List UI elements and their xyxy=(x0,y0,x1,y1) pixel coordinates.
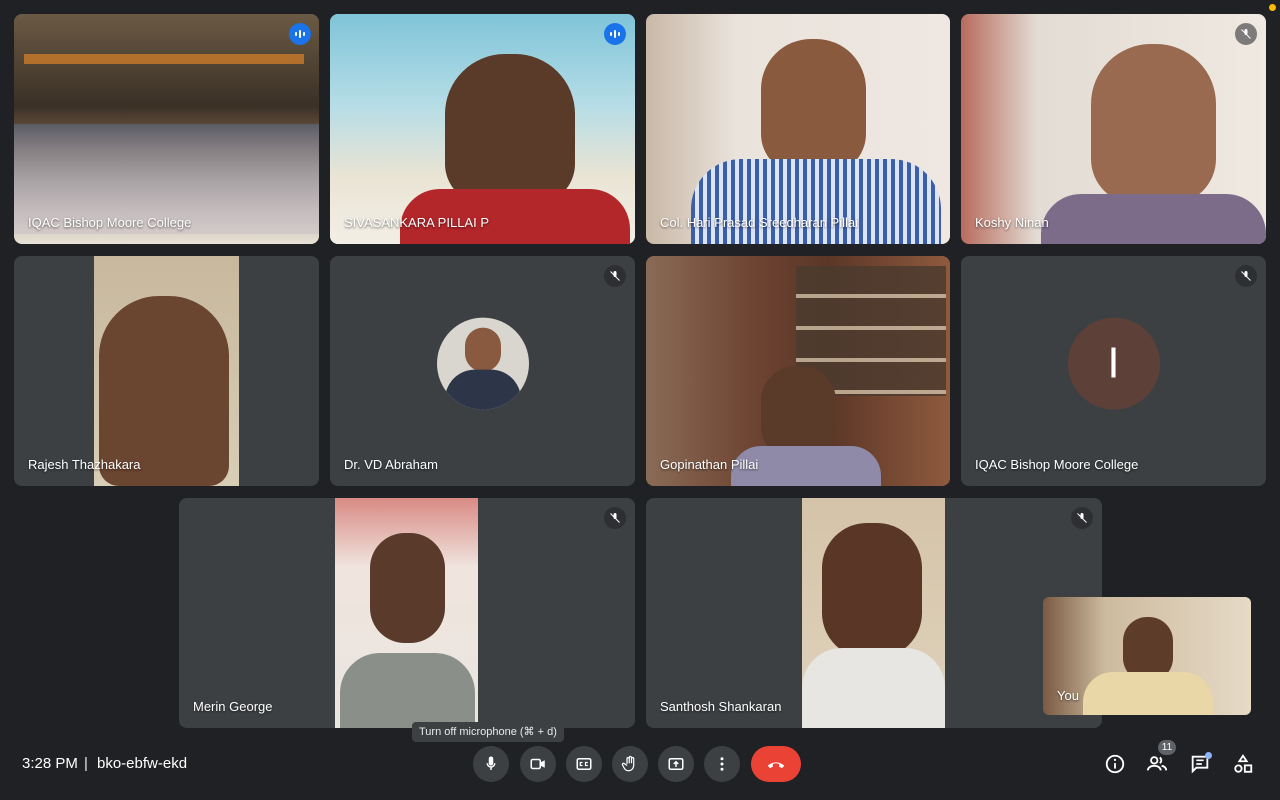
participant-tile-santhosh[interactable]: Santhosh Shankaran xyxy=(646,498,1102,728)
participant-video xyxy=(330,14,635,244)
speaking-indicator-icon xyxy=(289,23,311,45)
info-button[interactable] xyxy=(1103,752,1127,776)
participant-video xyxy=(94,256,239,486)
more-options-button[interactable] xyxy=(704,746,740,782)
activities-button[interactable] xyxy=(1231,752,1255,776)
participant-tile-rajesh[interactable]: Rajesh Thazhakara xyxy=(14,256,319,486)
muted-icon xyxy=(1235,265,1257,287)
end-call-icon xyxy=(767,762,785,769)
participant-name: Col. Hari Prasad Sreedharan Pillai xyxy=(660,215,858,230)
participant-name: Rajesh Thazhakara xyxy=(28,457,141,472)
participant-name: IQAC Bishop Moore College xyxy=(975,457,1139,472)
participant-name: IQAC Bishop Moore College xyxy=(28,215,192,230)
raise-hand-icon xyxy=(621,755,635,772)
activities-icon xyxy=(1234,754,1253,773)
participant-name: SIVASANKARA PILLAI P xyxy=(344,215,489,230)
meeting-code: bko-ebfw-ekd xyxy=(97,755,188,772)
avatar xyxy=(436,317,529,410)
participant-name: Gopinathan Pillai xyxy=(660,457,759,472)
raise-hand-button[interactable] xyxy=(612,746,648,782)
info-icon xyxy=(1105,754,1125,774)
more-options-icon xyxy=(720,757,724,771)
participant-name: Dr. VD Abraham xyxy=(344,457,438,472)
participant-name: Santhosh Shankaran xyxy=(660,699,782,714)
camera-icon xyxy=(530,758,545,770)
participant-name: Merin George xyxy=(193,699,273,714)
participant-tile-koshy-ninan[interactable]: Koshy Ninan xyxy=(961,14,1266,244)
participant-tile-iqac-room[interactable]: IQAC Bishop Moore College xyxy=(14,14,319,244)
people-count-badge: 11 xyxy=(1158,740,1176,755)
self-view[interactable]: You xyxy=(1043,597,1251,715)
participant-video xyxy=(646,256,950,486)
end-call-button[interactable] xyxy=(751,746,801,782)
present-button[interactable] xyxy=(658,746,694,782)
present-icon xyxy=(668,758,684,770)
microphone-tooltip: Turn off microphone (⌘ + d) xyxy=(412,722,564,742)
people-icon xyxy=(1146,756,1168,771)
divider: | xyxy=(84,755,88,772)
microphone-button[interactable] xyxy=(473,746,509,782)
muted-icon xyxy=(604,507,626,529)
captions-button[interactable] xyxy=(566,746,602,782)
participant-video xyxy=(646,14,950,244)
participant-tile-gopinathan[interactable]: Gopinathan Pillai xyxy=(646,256,950,486)
people-button[interactable] xyxy=(1145,752,1169,776)
participant-video xyxy=(335,498,478,728)
status-dot xyxy=(1269,4,1276,11)
muted-icon xyxy=(1071,507,1093,529)
participant-tile-sivasankara[interactable]: SIVASANKARA PILLAI P xyxy=(330,14,635,244)
participant-name: Koshy Ninan xyxy=(975,215,1049,230)
self-label: You xyxy=(1057,688,1079,703)
camera-button[interactable] xyxy=(520,746,556,782)
participant-tile-merin[interactable]: Merin George xyxy=(179,498,635,728)
meeting-time: 3:28 PM xyxy=(22,755,78,772)
microphone-icon xyxy=(486,756,496,770)
avatar: I xyxy=(1067,317,1160,410)
participant-tile-hari-prasad[interactable]: Col. Hari Prasad Sreedharan Pillai xyxy=(646,14,950,244)
muted-icon xyxy=(604,265,626,287)
participant-video xyxy=(961,14,1266,244)
chat-notification-dot xyxy=(1205,752,1212,759)
participant-tile-vd-abraham[interactable]: Dr. VD Abraham xyxy=(330,256,635,486)
participant-video xyxy=(802,498,945,728)
muted-icon xyxy=(1235,23,1257,45)
speaking-indicator-icon xyxy=(604,23,626,45)
captions-icon xyxy=(576,758,592,770)
participant-tile-iqac-avatar[interactable]: I IQAC Bishop Moore College xyxy=(961,256,1266,486)
participant-video xyxy=(14,14,319,244)
